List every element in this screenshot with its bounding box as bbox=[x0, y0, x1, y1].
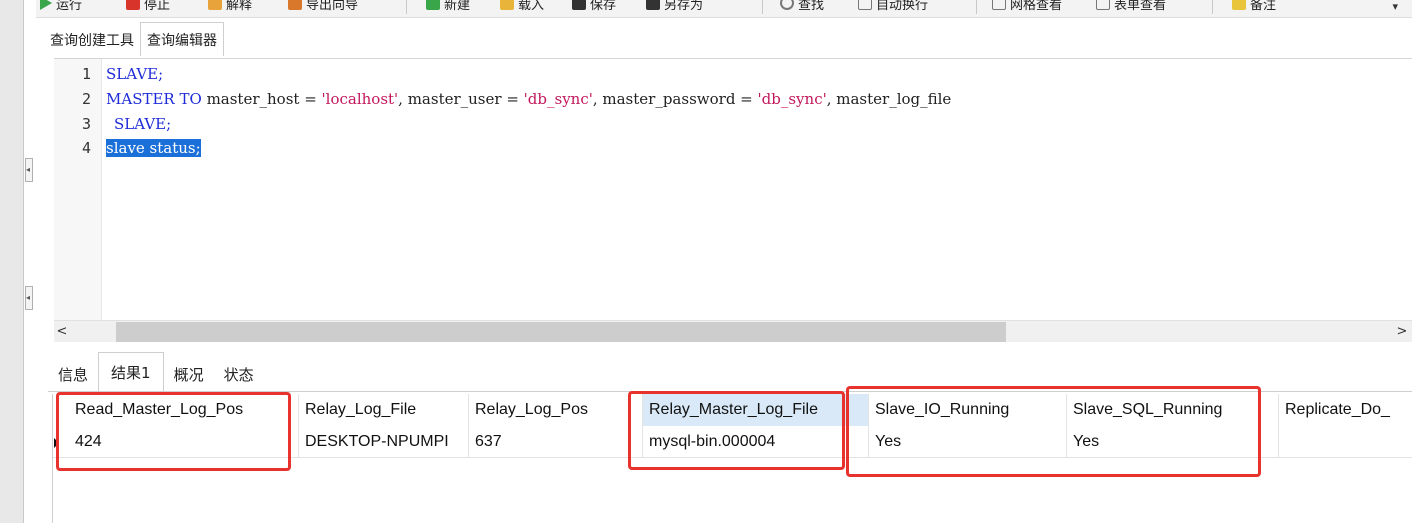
load-icon bbox=[500, 0, 514, 10]
save-icon bbox=[572, 0, 586, 10]
toolbar-separator bbox=[1212, 0, 1213, 14]
panel-collapse-handle-bottom[interactable]: ◂ bbox=[25, 286, 33, 310]
find-icon bbox=[780, 0, 794, 10]
toolbar-separator bbox=[762, 0, 763, 14]
code-line-3: SLAVE; bbox=[114, 115, 172, 133]
word-wrap-button[interactable]: 自动换行 bbox=[858, 0, 928, 13]
selected-text: slave status; bbox=[106, 139, 201, 157]
line-number: 3 bbox=[81, 115, 91, 133]
form-view-icon bbox=[1096, 0, 1110, 10]
new-button[interactable]: 新建 bbox=[426, 0, 470, 13]
export-icon bbox=[288, 0, 302, 10]
form-view-button[interactable]: 表单查看 bbox=[1096, 0, 1166, 13]
save-as-button[interactable]: 另存为 bbox=[646, 0, 703, 13]
panel-collapse-handle-top[interactable]: ◂ bbox=[25, 158, 33, 182]
explain-button[interactable]: 解释 bbox=[208, 0, 252, 13]
save-button[interactable]: 保存 bbox=[572, 0, 616, 13]
grid-view-button[interactable]: 网格查看 bbox=[992, 0, 1062, 13]
code-line-1: SLAVE; bbox=[106, 65, 164, 83]
find-button[interactable]: 查找 bbox=[780, 0, 824, 13]
toolbar: 运行 停止 解释 导出向导 新建 载入 保存 另存为 查找 自动换行 网格查看 … bbox=[36, 0, 1412, 18]
scroll-left-arrow-icon[interactable]: < bbox=[54, 323, 70, 341]
highlight-box-slave-running bbox=[846, 386, 1261, 477]
highlight-box-read-master-log-pos bbox=[56, 392, 291, 471]
new-icon bbox=[426, 0, 440, 10]
collapse-arrow-icon: ◂ bbox=[26, 165, 31, 174]
editor-tab-bar: 查询创建工具 查询编辑器 bbox=[44, 22, 224, 56]
tab-status[interactable]: 状态 bbox=[214, 356, 264, 392]
result-tab-bar: 信息 结果1 概况 状态 bbox=[48, 352, 264, 392]
code-line-4: slave status; bbox=[106, 138, 201, 158]
toolbar-overflow-icon[interactable]: ▾ bbox=[1392, 0, 1398, 13]
grid-view-icon bbox=[992, 0, 1006, 10]
play-icon bbox=[40, 0, 52, 10]
toolbar-separator bbox=[976, 0, 977, 14]
collapse-arrow-icon: ◂ bbox=[26, 293, 31, 302]
code-area[interactable]: SLAVE; MASTER TO master_host = 'localhos… bbox=[106, 59, 1406, 321]
tab-info[interactable]: 信息 bbox=[48, 356, 98, 392]
table-cell[interactable]: 637 bbox=[469, 426, 643, 458]
line-number: 1 bbox=[81, 65, 91, 83]
line-number-gutter: 1 2 3 4 bbox=[54, 59, 102, 321]
wrap-icon bbox=[858, 0, 872, 10]
main-area: 运行 停止 解释 导出向导 新建 载入 保存 另存为 查找 自动换行 网格查看 … bbox=[36, 0, 1412, 523]
explain-icon bbox=[208, 0, 222, 10]
stop-button[interactable]: 停止 bbox=[126, 0, 170, 13]
run-button[interactable]: 运行 bbox=[40, 0, 82, 13]
column-header[interactable]: Relay_Log_File bbox=[299, 394, 469, 426]
scroll-right-arrow-icon[interactable]: > bbox=[1394, 323, 1410, 341]
note-icon bbox=[1232, 0, 1246, 10]
save-as-icon bbox=[646, 0, 660, 10]
tab-query-builder[interactable]: 查询创建工具 bbox=[44, 24, 140, 56]
note-button[interactable]: 备注 bbox=[1232, 0, 1276, 13]
tab-query-editor[interactable]: 查询编辑器 bbox=[140, 22, 224, 56]
horizontal-scrollbar[interactable]: < > bbox=[54, 320, 1412, 342]
highlight-box-relay-master-log-file bbox=[628, 391, 845, 470]
scrollbar-thumb[interactable] bbox=[116, 322, 1006, 342]
line-number: 2 bbox=[81, 90, 91, 108]
line-number: 4 bbox=[81, 139, 91, 157]
load-button[interactable]: 载入 bbox=[500, 0, 544, 13]
toolbar-separator bbox=[406, 0, 407, 14]
sql-editor[interactable]: 1 2 3 4 SLAVE; MASTER TO master_host = '… bbox=[54, 58, 1412, 321]
column-header[interactable]: Replicate_Do_ bbox=[1279, 394, 1412, 426]
table-cell[interactable] bbox=[1279, 426, 1412, 458]
code-line-2: MASTER TO master_host = 'localhost', mas… bbox=[106, 90, 952, 108]
column-header[interactable]: Relay_Log_Pos bbox=[469, 394, 643, 426]
tab-profile[interactable]: 概况 bbox=[164, 356, 214, 392]
tab-result-1[interactable]: 结果1 bbox=[98, 352, 164, 392]
export-wizard-button[interactable]: 导出向导 bbox=[288, 0, 358, 13]
left-gutter bbox=[0, 0, 24, 523]
table-cell[interactable]: DESKTOP-NPUMPI bbox=[299, 426, 469, 458]
stop-icon bbox=[126, 0, 140, 10]
